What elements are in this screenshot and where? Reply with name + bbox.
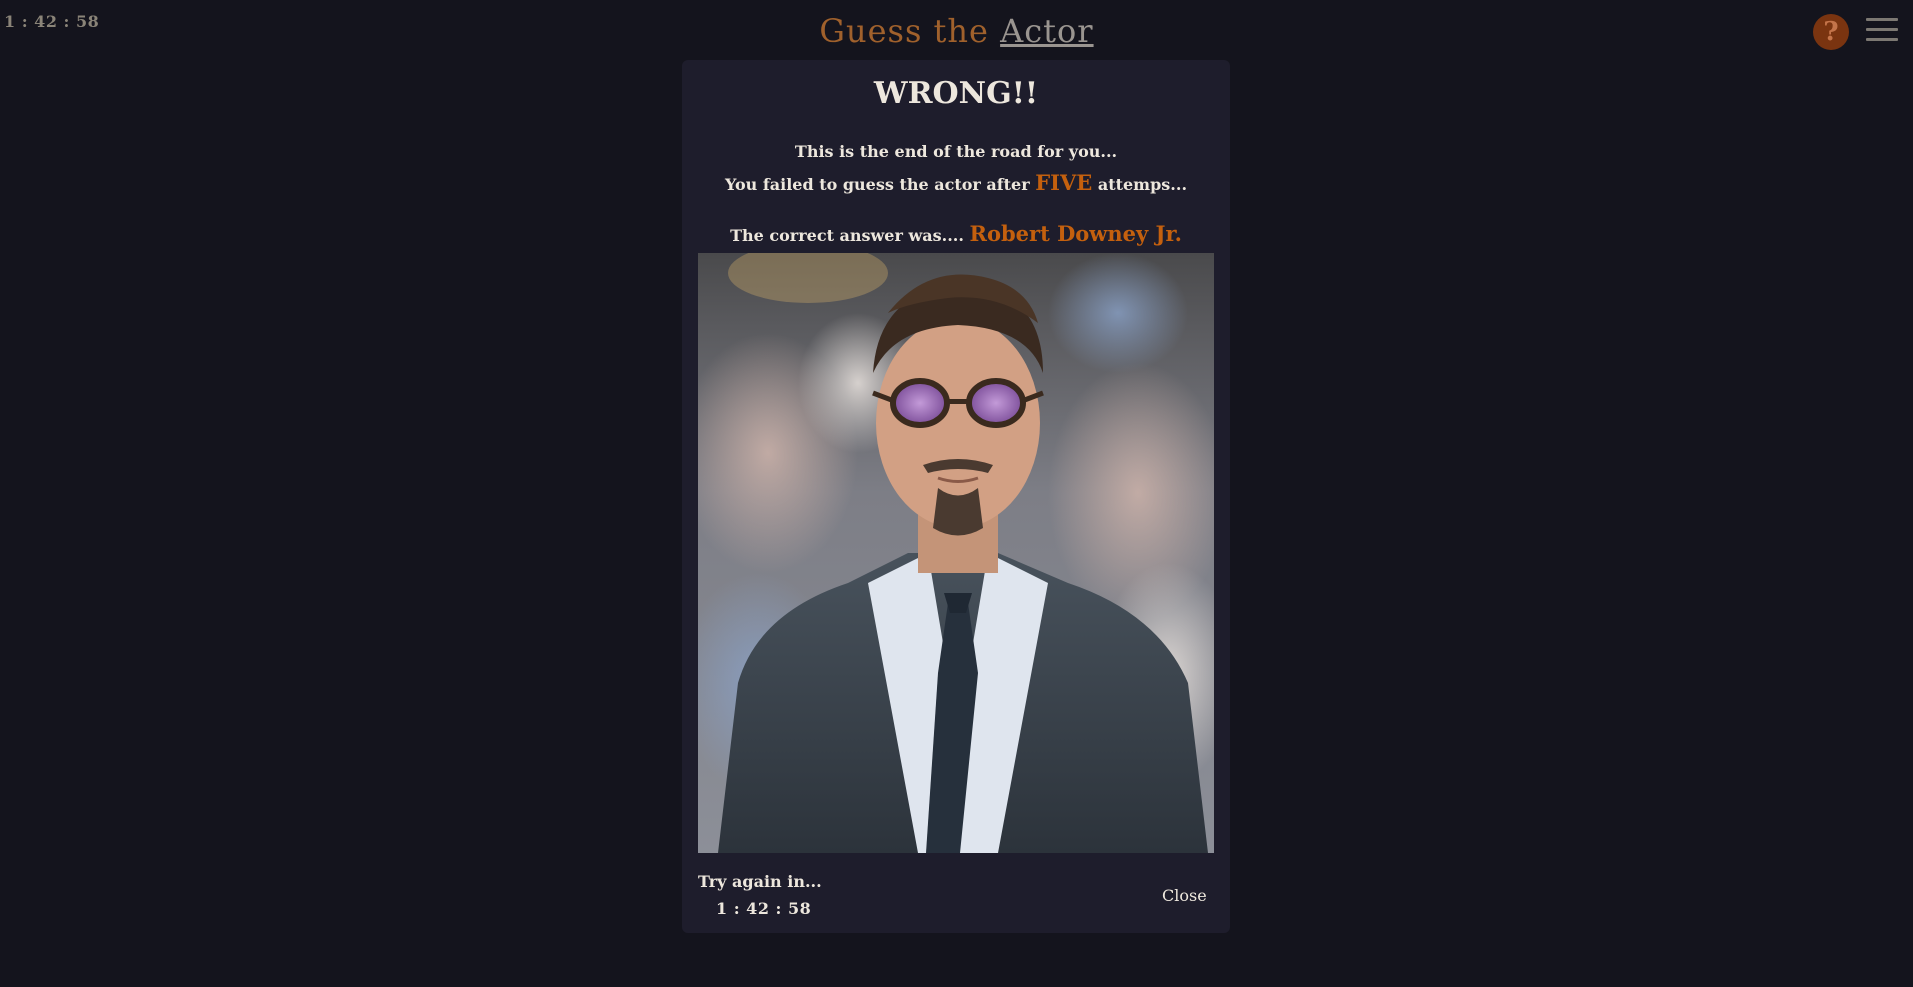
try-again-timer: 1 : 42 : 58 [716, 899, 812, 918]
hamburger-menu-icon[interactable] [1866, 18, 1898, 46]
result-heading: WRONG!! [873, 76, 1039, 111]
result-modal: WRONG!! This is the end of the road for … [682, 60, 1230, 933]
title-prefix: Guess the [819, 12, 989, 50]
actor-photo [698, 253, 1214, 853]
close-button[interactable]: Close [1162, 886, 1207, 905]
attempts-message: You failed to guess the actor after FIVE… [682, 170, 1230, 195]
attempts-text-before: You failed to guess the actor after [724, 175, 1030, 194]
end-message: This is the end of the road for you... [794, 142, 1118, 161]
question-mark-icon: ? [1823, 17, 1839, 47]
attempts-text-after: attemps... [1097, 175, 1188, 194]
answer-label: The correct answer was.... [730, 226, 964, 245]
try-again-label: Try again in... [698, 872, 822, 891]
answer-name: Robert Downey Jr. [969, 221, 1182, 246]
answer-message: The correct answer was.... Robert Downey… [682, 221, 1230, 246]
help-button[interactable]: ? [1813, 14, 1849, 50]
attempts-count: FIVE [1035, 170, 1093, 195]
title-actor-link[interactable]: Actor [1000, 12, 1093, 50]
app-title: Guess the Actor [0, 12, 1913, 50]
